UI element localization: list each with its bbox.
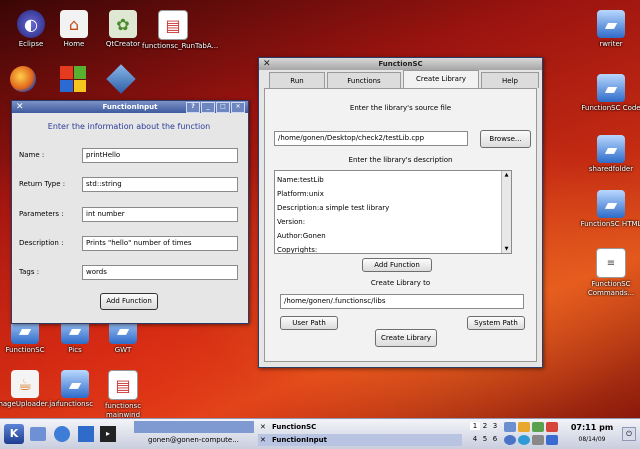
desktop-icon-functionsc-html[interactable]: ▰ FunctionSC HTML xyxy=(580,190,640,229)
description-line: Copyrights: xyxy=(277,246,318,254)
library-path-input[interactable]: /home/gonen/.functionsc/libs xyxy=(280,294,524,309)
desktop-icon-functionsc-code[interactable]: ▰ FunctionSC Code xyxy=(580,74,640,113)
name-label: Name : xyxy=(19,151,45,159)
tray-icon[interactable] xyxy=(532,422,544,432)
folder-icon: ▰ xyxy=(597,190,625,218)
description-line: Description:a simple test library xyxy=(277,204,390,212)
description-input[interactable]: Prints "hello" number of times xyxy=(82,236,238,251)
desktop-icon-rwriter[interactable]: ▰ rwriter xyxy=(580,10,640,49)
user-path-button[interactable]: User Path xyxy=(280,316,338,330)
home-folder-icon[interactable] xyxy=(78,426,94,442)
kde-menu-icon[interactable]: K xyxy=(4,424,24,444)
tab-functions[interactable]: Functions xyxy=(327,72,401,88)
pager-desktop-4[interactable]: 4 xyxy=(470,435,480,443)
tab-run[interactable]: Run xyxy=(269,72,325,88)
pager: 1 2 3 xyxy=(470,422,500,430)
description-line: Author:Gonen xyxy=(277,232,326,240)
desktop-icon-functionsc-mainwind[interactable]: ▤ functionsc mainwind xyxy=(92,370,154,420)
description-label: Description : xyxy=(19,239,64,247)
desktop-icon-sharedfolder[interactable]: ▰ sharedfolder xyxy=(580,135,640,174)
description-line: Version: xyxy=(277,218,306,226)
taskbar-item-terminal[interactable]: gonen@gonen-compute... xyxy=(134,434,254,446)
description-line: Name:testLib xyxy=(277,176,324,184)
virtualbox-icon[interactable] xyxy=(106,64,136,94)
system-path-button[interactable]: System Path xyxy=(467,316,525,330)
parameters-label: Parameters : xyxy=(19,210,64,218)
show-desktop-icon[interactable] xyxy=(30,427,46,441)
tab-create-library[interactable]: Create Library xyxy=(403,70,479,88)
pager-desktop-6[interactable]: 6 xyxy=(490,435,500,443)
pager-desktop-1[interactable]: 1 xyxy=(470,422,480,430)
return-type-input[interactable]: std::string xyxy=(82,177,238,192)
tray-icon[interactable] xyxy=(518,422,530,432)
close-x-icon[interactable]: ✕ xyxy=(263,59,271,69)
tray-icon[interactable] xyxy=(546,435,558,445)
scroll-up-arrow-icon[interactable]: ▲ xyxy=(502,171,511,179)
description-scrollbar[interactable]: ▲ ▼ xyxy=(501,171,511,253)
tags-input[interactable]: words xyxy=(82,265,238,280)
taskbar-item-blank[interactable] xyxy=(134,421,254,433)
image-file-icon: ▤ xyxy=(108,370,138,400)
folder-icon: ▰ xyxy=(597,135,625,163)
desktop-icon-functionsc-commands[interactable]: ≡ FunctionSC Commands... xyxy=(580,248,640,298)
library-description-textarea[interactable]: Name:testLib Platform:unix Description:a… xyxy=(274,170,512,254)
create-library-prompt: Create Library to xyxy=(370,279,431,287)
taskbar-item-functioninput[interactable]: ✕ FunctionInput xyxy=(258,434,462,446)
add-function-button[interactable]: Add Function xyxy=(100,293,158,310)
name-input[interactable]: printHello xyxy=(82,148,238,163)
pager-desktop-2[interactable]: 2 xyxy=(480,422,490,430)
create-library-button[interactable]: Create Library xyxy=(375,329,437,347)
taskbar: K ▸ gonen@gonen-compute... ✕ FunctionSC ✕… xyxy=(0,418,640,449)
tray-icon[interactable] xyxy=(546,422,558,432)
desktop-icon-functionsc-runtab[interactable]: ▤ functionsc_RunTabA... xyxy=(142,10,218,51)
tab-help[interactable]: Help xyxy=(481,72,539,88)
return-type-label: Return Type : xyxy=(19,180,66,188)
konqueror-icon[interactable] xyxy=(54,426,70,442)
description-line: Platform:unix xyxy=(277,190,324,198)
clock-time[interactable]: 07:11 pm xyxy=(564,423,620,432)
tags-label: Tags : xyxy=(19,268,40,276)
java-icon: ☕ xyxy=(11,370,39,398)
help-icon[interactable]: ? xyxy=(186,102,200,113)
function-info-heading: Enter the information about the function xyxy=(47,122,211,131)
pager-desktop-5[interactable]: 5 xyxy=(480,435,490,443)
close-x-icon[interactable]: ✕ xyxy=(16,102,24,112)
source-file-prompt: Enter the library's source file xyxy=(349,104,452,112)
maximize-icon[interactable]: □ xyxy=(216,102,230,113)
parameters-input[interactable]: int number xyxy=(82,207,238,222)
description-prompt: Enter the library's description xyxy=(348,156,453,164)
tray-icon[interactable] xyxy=(532,435,544,445)
logout-icon[interactable]: ⏻ xyxy=(622,427,636,441)
windows-icon[interactable] xyxy=(60,66,86,92)
close-icon[interactable]: ✕ xyxy=(231,102,245,113)
folder-icon: ▰ xyxy=(597,10,625,38)
image-file-icon: ▤ xyxy=(158,10,188,40)
clock-date: 08/14/09 xyxy=(578,436,606,443)
add-function-button-sc[interactable]: Add Function xyxy=(362,258,432,272)
eclipse-icon: ◐ xyxy=(17,10,45,38)
x-app-icon: ✕ xyxy=(260,423,266,431)
pager-desktop-3[interactable]: 3 xyxy=(490,422,500,430)
terminal-icon[interactable]: ▸ xyxy=(100,426,116,442)
tray-icon[interactable] xyxy=(504,422,516,432)
taskbar-item-functionsc[interactable]: ✕ FunctionSC xyxy=(258,421,462,433)
source-file-input[interactable]: /home/gonen/Desktop/check2/testLib.cpp xyxy=(274,131,468,146)
tray-icon[interactable] xyxy=(504,435,516,445)
x-app-icon: ✕ xyxy=(260,436,266,444)
scroll-down-arrow-icon[interactable]: ▼ xyxy=(502,245,511,253)
home-icon: ⌂ xyxy=(60,10,88,38)
function-input-titlebar[interactable]: ✕ FunctionInput ? _ □ ✕ xyxy=(12,101,248,113)
functionsc-titlebar[interactable]: ✕ FunctionSC xyxy=(259,58,542,70)
firefox-icon[interactable] xyxy=(10,66,36,92)
text-file-icon: ≡ xyxy=(596,248,626,278)
folder-icon: ▰ xyxy=(597,74,625,102)
folder-icon: ▰ xyxy=(61,370,89,398)
tray-icon[interactable] xyxy=(518,435,530,445)
browse-button[interactable]: Browse... xyxy=(480,130,531,148)
minimize-icon[interactable]: _ xyxy=(201,102,215,113)
system-tray xyxy=(504,422,562,446)
qtcreator-icon: ✿ xyxy=(109,10,137,38)
